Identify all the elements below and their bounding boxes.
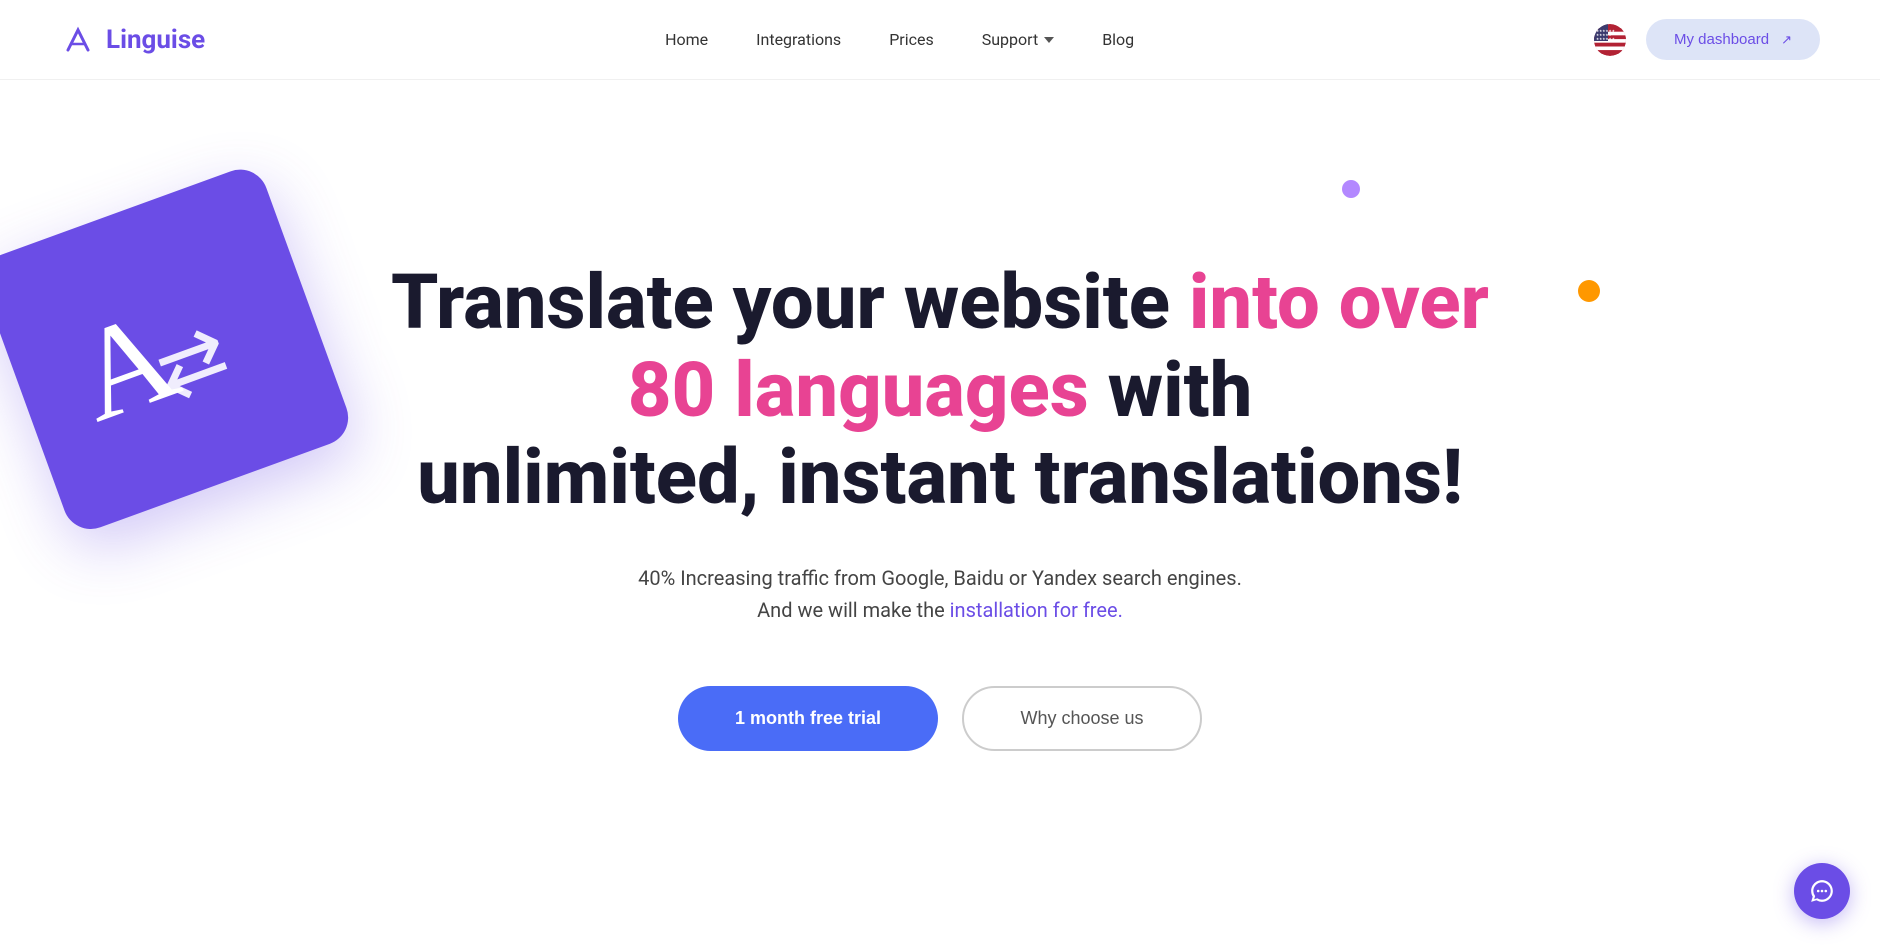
hero-subtitle: 40% Increasing traffic from Google, Baid… bbox=[391, 562, 1489, 626]
why-choose-us-button[interactable]: Why choose us bbox=[962, 686, 1202, 751]
nav-prices[interactable]: Prices bbox=[889, 30, 934, 49]
logo-text: Linguise bbox=[106, 25, 205, 55]
language-flag[interactable]: ★★★★★★ ★★★★★ ★★★★★★ bbox=[1594, 24, 1626, 56]
chat-icon bbox=[1809, 878, 1835, 904]
free-trial-button[interactable]: 1 month free trial bbox=[678, 686, 938, 751]
nav-support[interactable]: Support bbox=[982, 30, 1054, 49]
dot-purple-decoration bbox=[1342, 180, 1360, 198]
svg-text:★★★★★★: ★★★★★★ bbox=[1596, 37, 1616, 41]
dashboard-button[interactable]: My dashboard ↗ bbox=[1646, 19, 1820, 60]
translate-card: A ⇄ bbox=[0, 162, 356, 537]
highlight-into-over: into over bbox=[1189, 257, 1489, 347]
hero-content: Translate your website into over 80 lang… bbox=[391, 259, 1489, 750]
nav-blog[interactable]: Blog bbox=[1102, 30, 1134, 49]
nav-home[interactable]: Home bbox=[665, 30, 708, 49]
cta-buttons: 1 month free trial Why choose us bbox=[391, 686, 1489, 751]
hero-section: A ⇄ Translate your website into over 80 … bbox=[0, 80, 1880, 950]
installation-link[interactable]: installation for free. bbox=[950, 598, 1123, 622]
external-link-icon: ↗ bbox=[1781, 32, 1792, 48]
logo-icon bbox=[60, 22, 96, 58]
translate-symbol: A ⇄ bbox=[42, 235, 288, 463]
logo[interactable]: Linguise bbox=[60, 22, 205, 58]
nav-integrations[interactable]: Integrations bbox=[756, 30, 841, 49]
chevron-down-icon bbox=[1044, 37, 1054, 43]
chat-bubble[interactable] bbox=[1794, 863, 1850, 919]
translate-icon-wrapper: A ⇄ bbox=[0, 155, 385, 565]
navbar: Linguise Home Integrations Prices Suppor… bbox=[0, 0, 1880, 80]
highlight-80-languages: 80 languages bbox=[628, 345, 1089, 435]
nav-links: Home Integrations Prices Support Blog bbox=[665, 30, 1134, 49]
nav-right: ★★★★★★ ★★★★★ ★★★★★★ My dashboard ↗ bbox=[1594, 19, 1820, 60]
dot-orange-decoration bbox=[1578, 280, 1600, 302]
hero-title: Translate your website into over 80 lang… bbox=[391, 259, 1489, 521]
